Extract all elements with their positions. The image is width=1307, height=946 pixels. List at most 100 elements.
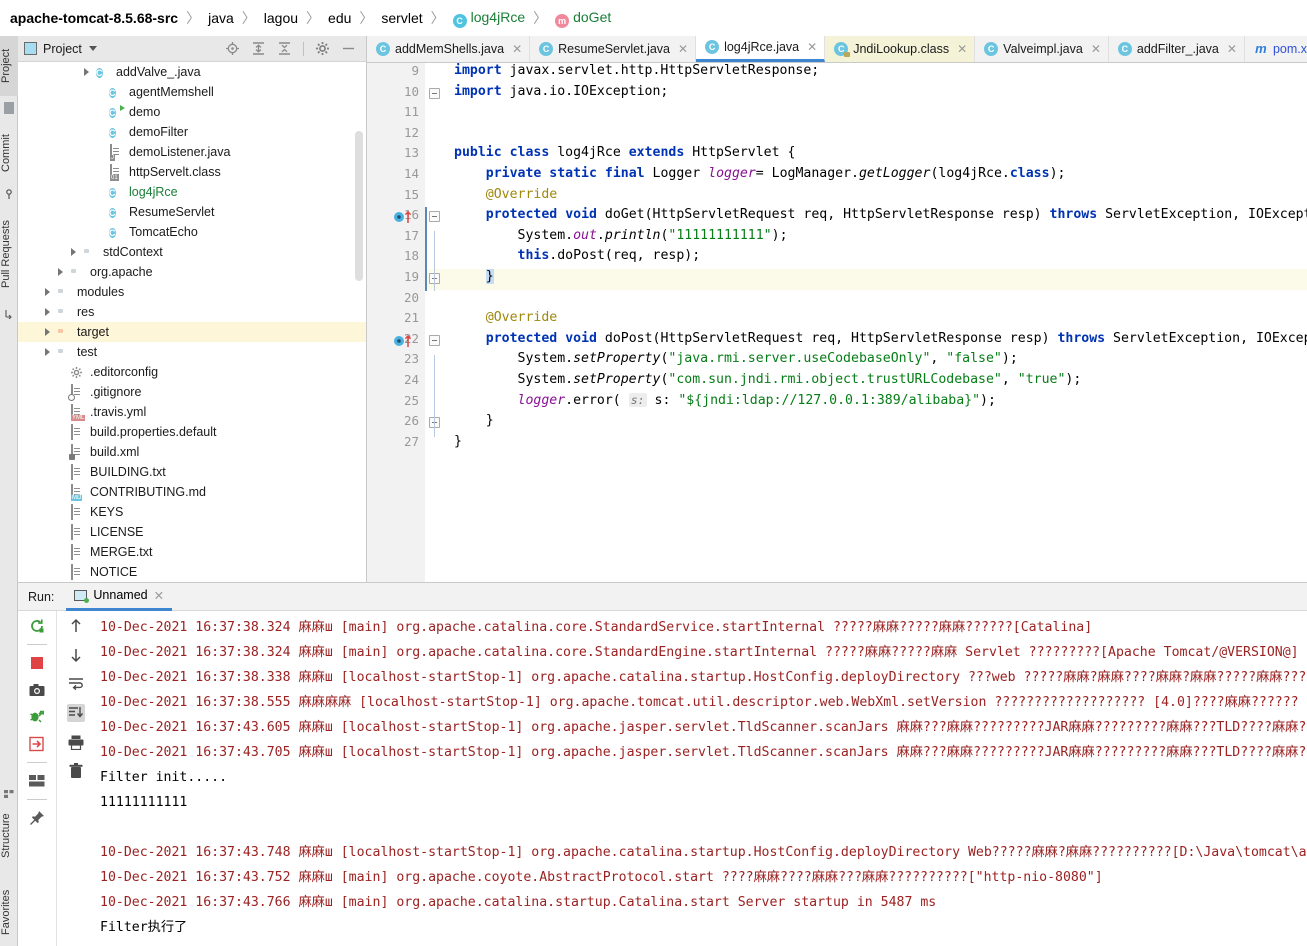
run-toolbar-secondary[interactable] bbox=[56, 611, 94, 946]
tree-row[interactable]: C TomcatEcho bbox=[18, 222, 366, 242]
layout-icon[interactable] bbox=[28, 772, 46, 790]
sidebar-item-commit[interactable]: Commit bbox=[0, 122, 18, 184]
close-icon[interactable]: ✕ bbox=[512, 42, 522, 56]
tree-item-label: test bbox=[77, 345, 98, 359]
close-icon[interactable]: ✕ bbox=[807, 40, 817, 54]
exit-icon[interactable] bbox=[28, 735, 46, 753]
scroll-to-end-icon[interactable] bbox=[66, 704, 85, 722]
chevron-right-icon[interactable] bbox=[44, 287, 53, 297]
chevron-down-icon[interactable] bbox=[88, 46, 97, 51]
scroll-down-icon[interactable] bbox=[67, 646, 85, 664]
minimize-icon[interactable] bbox=[341, 41, 356, 56]
tree-row[interactable]: build.xml bbox=[18, 442, 366, 462]
line-number: 14 bbox=[367, 165, 425, 187]
editor-tab[interactable]: Clog4jRce.java ✕ bbox=[696, 36, 826, 62]
tree-row[interactable]: MD CONTRIBUTING.md bbox=[18, 482, 366, 502]
tree-row[interactable]: test bbox=[18, 342, 366, 362]
breadcrumb-item[interactable]: lagou bbox=[262, 10, 300, 26]
close-icon[interactable]: ✕ bbox=[957, 42, 967, 56]
pin-icon[interactable] bbox=[28, 809, 46, 827]
close-icon[interactable]: ✕ bbox=[1227, 42, 1237, 56]
chevron-right-icon[interactable] bbox=[57, 267, 66, 277]
tree-row[interactable]: BUILDING.txt bbox=[18, 462, 366, 482]
project-tree[interactable]: CaddValve_.java CagentMemshell Cdemo CdemoF… bbox=[18, 62, 366, 582]
line-number: 9 bbox=[367, 63, 425, 84]
run-tab-unnamed[interactable]: Unnamed ✕ bbox=[66, 582, 173, 611]
close-icon[interactable]: ✕ bbox=[1091, 42, 1101, 56]
tree-row[interactable]: NOTICE bbox=[18, 562, 366, 582]
editor-tab[interactable]: C JndiLookup.class ✕ bbox=[825, 36, 976, 62]
commit-icon bbox=[4, 188, 14, 199]
tree-row[interactable]: JdemoListener.java bbox=[18, 142, 366, 162]
tree-row[interactable]: Cdemo bbox=[18, 102, 366, 122]
chevron-right-icon[interactable] bbox=[44, 347, 53, 357]
tree-row[interactable]: KEYS bbox=[18, 502, 366, 522]
tree-row[interactable]: MERGE.txt bbox=[18, 542, 366, 562]
editor-line: 14 private static final Logger logger= L… bbox=[367, 165, 1307, 187]
chevron-right-icon[interactable] bbox=[70, 247, 79, 257]
code-fold-toggle[interactable] bbox=[429, 211, 440, 223]
print-icon[interactable] bbox=[67, 733, 85, 751]
scroll-up-icon[interactable] bbox=[67, 617, 85, 635]
editor-tab[interactable]: m pom.xml bbox=[1244, 36, 1307, 62]
console-output[interactable]: 10-Dec-2021 16:37:38.324 麻麻ш [main] org.… bbox=[94, 611, 1307, 946]
editor-tab-bar[interactable]: CaddMemShells.java ✕ C ResumeServlet.java ✕ C… bbox=[367, 36, 1307, 63]
breakpoint-marker-icon[interactable] bbox=[393, 210, 419, 224]
editor-tab[interactable]: C Valveimpl.java ✕ bbox=[975, 36, 1109, 62]
tree-row[interactable]: modules bbox=[18, 282, 366, 302]
tree-row[interactable]: build.properties.default bbox=[18, 422, 366, 442]
tree-row[interactable]: stdContext bbox=[18, 242, 366, 262]
editor-tab[interactable]: C ResumeServlet.java ✕ bbox=[530, 36, 697, 62]
code-editor[interactable]: 9 import javax.servlet.http.HttpServletRe… bbox=[367, 63, 1307, 582]
tree-row[interactable]: YML .travis.yml bbox=[18, 402, 366, 422]
soft-wrap-icon[interactable] bbox=[67, 675, 85, 693]
sidebar-item-project[interactable]: Project bbox=[0, 36, 18, 96]
breadcrumb-item[interactable]: m doGet bbox=[553, 9, 613, 28]
tree-row[interactable]: CaddValve_.java bbox=[18, 62, 366, 82]
code-fold-toggle[interactable] bbox=[429, 87, 440, 99]
code-text: } bbox=[454, 433, 462, 449]
chevron-right-icon[interactable] bbox=[44, 327, 53, 337]
tree-row[interactable]: 01 httpServelt.class bbox=[18, 162, 366, 182]
close-icon[interactable]: ✕ bbox=[678, 42, 688, 56]
sidebar-item-structure[interactable]: Structure bbox=[0, 802, 18, 870]
breadcrumb-item[interactable]: edu bbox=[326, 10, 353, 26]
sidebar-item-favorites[interactable]: Favorites bbox=[0, 878, 18, 946]
tree-row[interactable]: CagentMemshell bbox=[18, 82, 366, 102]
breadcrumb-item[interactable]: servlet bbox=[379, 10, 424, 26]
tree-row[interactable]: C ResumeServlet bbox=[18, 202, 366, 222]
tree-row[interactable]: Clog4jRce bbox=[18, 182, 366, 202]
rerun-icon[interactable] bbox=[28, 617, 46, 635]
gear-icon[interactable] bbox=[315, 41, 330, 56]
run-toolbar-primary[interactable] bbox=[18, 611, 56, 946]
sidebar-item-pull-requests[interactable]: Pull Requests bbox=[0, 206, 18, 302]
expand-all-icon[interactable] bbox=[251, 41, 266, 56]
collapse-all-icon[interactable] bbox=[277, 41, 292, 56]
locate-icon[interactable] bbox=[225, 41, 240, 56]
project-tree-scrollbar[interactable] bbox=[355, 131, 363, 281]
chevron-right-icon[interactable] bbox=[44, 307, 53, 317]
stop-icon[interactable] bbox=[28, 654, 46, 672]
tree-row[interactable]: .gitignore bbox=[18, 382, 366, 402]
camera-icon[interactable] bbox=[28, 681, 46, 699]
tree-row[interactable]: org.apache bbox=[18, 262, 366, 282]
tree-row[interactable]: LICENSE bbox=[18, 522, 366, 542]
tree-row[interactable]: CdemoFilter bbox=[18, 122, 366, 142]
editor-line: 12 bbox=[367, 124, 1307, 146]
breadcrumb-separator: 〉 bbox=[430, 10, 445, 26]
clear-all-icon[interactable] bbox=[67, 762, 85, 780]
editor-tab[interactable]: CaddFilter_.java ✕ bbox=[1108, 36, 1245, 62]
breadcrumb-item[interactable]: Clog4jRce bbox=[451, 9, 527, 28]
code-fold-toggle[interactable] bbox=[429, 334, 440, 346]
tree-row[interactable]: target bbox=[18, 322, 366, 342]
dump-threads-icon[interactable] bbox=[28, 708, 46, 726]
breadcrumb-item[interactable]: apache-tomcat-8.5.68-src bbox=[8, 10, 180, 26]
close-icon[interactable]: ✕ bbox=[154, 588, 164, 603]
breakpoint-marker-icon[interactable] bbox=[393, 334, 419, 348]
tree-row[interactable]: res bbox=[18, 302, 366, 322]
editor-tab[interactable]: CaddMemShells.java ✕ bbox=[367, 36, 531, 62]
breadcrumb-item[interactable]: java bbox=[206, 10, 236, 26]
tree-row[interactable]: .editorconfig bbox=[18, 362, 366, 382]
chevron-right-icon[interactable] bbox=[83, 67, 92, 77]
folder-icon bbox=[83, 245, 98, 260]
